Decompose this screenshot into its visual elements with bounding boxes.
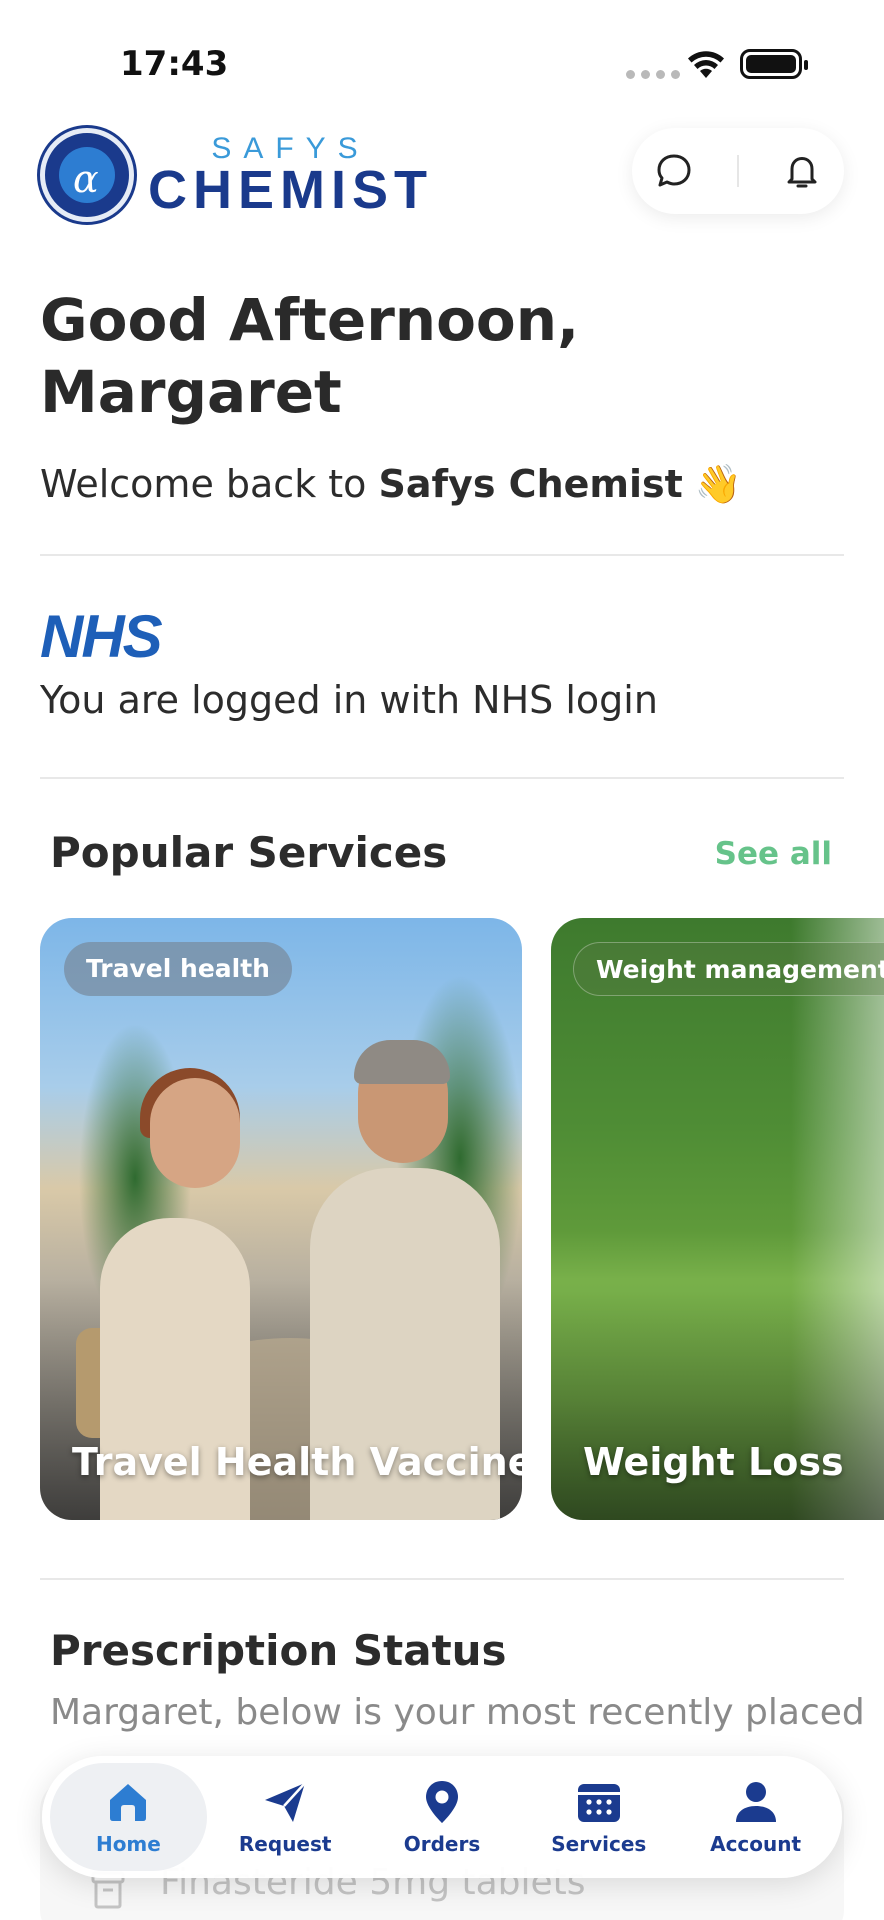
nav-request[interactable]: Request — [207, 1763, 364, 1871]
battery-icon — [740, 49, 808, 79]
nav-account[interactable]: Account — [677, 1763, 834, 1871]
divider — [40, 777, 844, 779]
nhs-login-status: You are logged in with NHS login — [40, 678, 658, 722]
divider — [40, 554, 844, 556]
home-icon — [110, 1784, 147, 1821]
service-card-title: Weight Loss — [583, 1440, 844, 1484]
service-card-weight[interactable]: Weight management Weight Loss — [551, 918, 884, 1520]
app-logo: α SAFYS CHEMIST — [40, 128, 433, 222]
nav-label: Services — [551, 1832, 647, 1856]
nav-label: Orders — [403, 1832, 481, 1856]
see-all-link[interactable]: See all — [715, 836, 832, 872]
nav-services[interactable]: Services — [520, 1763, 677, 1871]
service-tag: Weight management — [573, 942, 884, 996]
status-bar: 17:43 — [0, 0, 884, 120]
status-time: 17:43 — [120, 44, 229, 84]
divider — [40, 1578, 844, 1580]
nav-label: Request — [238, 1832, 332, 1856]
bell-icon[interactable] — [780, 149, 824, 193]
cellular-signal-icon — [626, 70, 680, 79]
service-tag: Travel health — [64, 942, 292, 996]
calendar-icon — [577, 1784, 620, 1822]
waving-hand-icon: 👋 — [694, 462, 743, 506]
bottom-nav: Home Request Orders Services Account — [42, 1756, 842, 1878]
popular-services-title: Popular Services — [50, 828, 448, 877]
paper-plane-icon — [265, 1782, 307, 1822]
header-action-divider — [736, 155, 739, 187]
greeting-title: Good Afternoon, Margaret — [40, 286, 580, 426]
services-carousel[interactable]: Travel health Travel Health Vaccine Weig… — [40, 918, 884, 1520]
chat-bubble-icon[interactable] — [652, 149, 696, 193]
prescription-status-subtitle: Margaret, below is your most recently pl… — [50, 1692, 865, 1733]
nav-label: Account — [710, 1832, 802, 1856]
map-pin-icon — [425, 1781, 458, 1823]
user-icon — [735, 1782, 776, 1822]
app-header: α SAFYS CHEMIST — [40, 120, 844, 230]
logo-badge-icon: α — [40, 128, 134, 222]
service-card-travel[interactable]: Travel health Travel Health Vaccine — [40, 918, 522, 1520]
header-actions — [632, 128, 844, 214]
welcome-message: Welcome back to Safys Chemist 👋 — [40, 462, 743, 506]
prescription-status-title: Prescription Status — [50, 1626, 507, 1675]
nav-home[interactable]: Home — [50, 1763, 207, 1871]
wifi-icon — [688, 51, 724, 78]
nav-label: Home — [95, 1832, 161, 1856]
service-card-title: Travel Health Vaccine — [72, 1440, 522, 1484]
logo-main-text: CHEMIST — [148, 160, 433, 220]
nav-orders[interactable]: Orders — [364, 1763, 521, 1871]
nhs-logo: NHS — [40, 603, 163, 670]
